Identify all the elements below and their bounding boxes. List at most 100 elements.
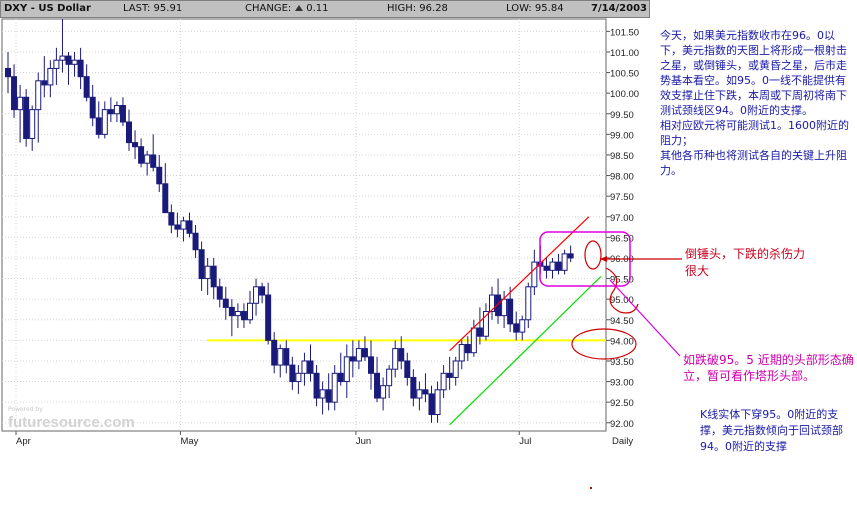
candle-body-up [277,348,284,366]
candle-body-up [549,261,556,271]
candle-body-up [253,286,260,304]
candle-body-down [83,76,90,98]
breakdown-note: 如跌破95。5 近期的头部形态确立，暂可看作塔形头部。 [683,353,854,383]
candle-body-up [470,327,477,354]
candle-body-down [126,121,132,144]
symbol-label: DXY - US Dollar [4,3,91,14]
candle-body-down [228,306,235,317]
candle-body-down [150,154,157,168]
stray-dot [590,487,592,489]
candle-body-down [240,311,247,321]
y-tick-label: 99.00 [610,130,634,141]
candle-body-down [198,249,205,280]
candle-body-up [355,348,362,362]
candle-body-down [337,372,344,383]
up-arrow-icon [295,4,304,11]
candle-body-down [174,224,181,230]
candle-body-down [507,298,514,325]
candle-body-down [162,183,169,214]
y-tick-label: 97.50 [610,192,634,203]
x-tick-label: May [180,436,198,447]
candle-body-down [65,55,72,65]
candle-body-down [107,109,114,115]
candle-body-note: K线实体下穿95。0附近的支撑，美元指数倾向于回试颈部94。0附近的支撑 [700,408,843,453]
watermark-powered: Powered by [8,406,43,413]
candle-body-up [380,385,387,399]
candle-body-down [307,360,314,374]
candle-body-down [11,76,18,111]
candle-body-down [89,96,96,119]
candle-body-up [501,298,508,317]
candle-body-down [422,389,429,395]
candle-body-down [543,265,550,271]
candle-body-down [192,232,199,251]
chart-frame: Powered by futuresource.com 101.50 101.00… [0,0,682,489]
candle-body-up [301,360,308,374]
y-tick-label: 94.00 [610,336,634,347]
candle-body-up [452,360,459,378]
candle-body-down [555,261,562,271]
y-tick-label: 101.50 [610,27,639,38]
x-tick-label: Jul [519,436,531,447]
candle-body-down [313,372,320,399]
candle-body-up [392,348,399,370]
y-tick-label: 94.50 [610,316,634,327]
candle-body-up [204,265,211,280]
y-tick-label: 99.50 [610,110,634,121]
candle-body-down [404,360,411,378]
candle-body-down [259,286,266,296]
candle-body-up [531,261,538,288]
quote-date: 7/14/2003 [591,3,648,14]
period-label: Daily [612,436,633,447]
candle-body-up [525,286,532,321]
candle-body-up [35,80,42,111]
candle-body-up [53,59,60,69]
candle-body-down [325,389,332,403]
candle-body-down [95,117,102,135]
candle-body-down [132,142,139,148]
candle-body-up [440,372,447,391]
candle-body-down [283,348,290,366]
y-tick-label: 93.00 [610,378,634,389]
y-tick-label: 98.00 [610,172,634,183]
candle-body-up [386,368,393,387]
candle-body-down [119,105,126,123]
candle-body-down [428,393,435,416]
candle-body-up [331,372,338,403]
candle-body-up [416,389,423,399]
y-tick-label: 100.00 [610,89,639,100]
candle [561,249,568,275]
y-tick-label: 97.00 [610,213,634,224]
candle-body-up [180,220,187,230]
candle-body-down [446,372,453,378]
candle-body-down [271,339,278,366]
candle-body-down [23,96,30,139]
y-tick-label: 101.00 [610,48,639,59]
candle-body-down [156,166,163,185]
candle-body-up [113,105,120,115]
candle-body-down [186,220,193,234]
last-price: LAST: 95.91 [123,3,183,14]
y-tick-label: 92.50 [610,398,634,409]
candle-body-down [464,343,471,354]
candle-body-up [29,109,36,139]
y-tick-label: 95.00 [610,295,634,306]
candle-body-up [561,253,568,271]
candle-body-up [59,55,66,61]
y-tick-label: 92.00 [610,419,634,430]
candle-body-down [476,327,483,337]
candle-body-down [5,67,11,78]
candle-body-down [41,80,48,86]
candle-body-down [138,146,145,164]
candle-body-up [47,67,54,86]
candle-body-down [374,372,381,399]
y-tick-label: 98.50 [610,151,634,162]
candle-body-down [410,376,417,399]
candle-body-up [144,154,151,164]
candle-body-up [234,311,241,317]
candle-body-down [77,59,84,78]
change-label: CHANGE: [245,3,292,14]
analysis-note: 今天，如果美元指数收市在96。0以下，美元指数的天图上将形成一根射击之星，或倒锤… [660,29,849,177]
candle-body-up [519,319,526,333]
x-tick-label: Jun [356,436,371,447]
